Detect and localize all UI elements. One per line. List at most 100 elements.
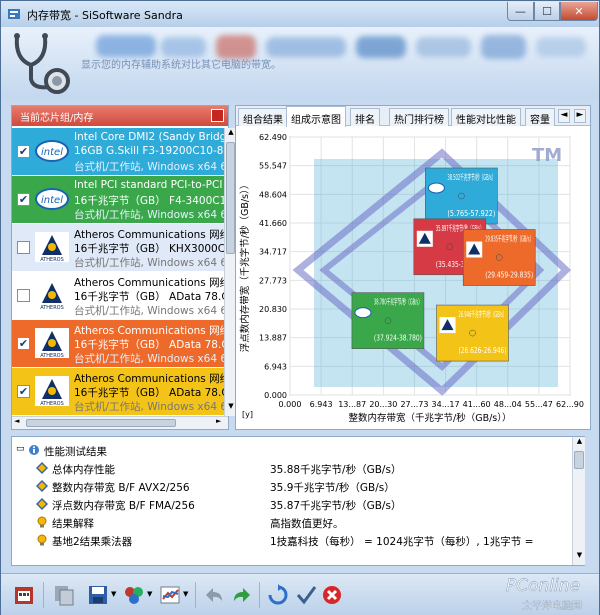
result-value: 35.87千兆字节/秒（GB/s） xyxy=(270,500,402,512)
report-button[interactable] xyxy=(11,582,37,608)
panel-color-swatch[interactable] xyxy=(211,109,224,122)
hscroll-thumb[interactable] xyxy=(26,419,176,427)
scroll-up-icon[interactable]: ▲ xyxy=(574,437,585,445)
data-box-range: (37.924-38.780) xyxy=(374,334,422,343)
device-name: Atheros Communications 网络 xyxy=(74,277,224,289)
device-checkbox[interactable]: ✔ xyxy=(17,385,30,398)
results-header-row[interactable]: ▭ 性能测试结果 xyxy=(12,442,570,460)
device-name: Intel PCI standard PCI-to-PCI b xyxy=(74,179,224,191)
tab-combined-results[interactable]: 组合结果 xyxy=(238,108,288,126)
copy-button[interactable] xyxy=(51,582,77,608)
device-list-item[interactable]: ✔ intel Intel PCI standard PCI-to-PCI b … xyxy=(12,176,224,223)
result-value: 1技嘉科技（每秒） = 1024兆字节（每秒）, 1兆字节 = xyxy=(270,536,534,548)
result-row[interactable]: 浮点数内存带宽 B/F FMA/256 35.87千兆字节/秒（GB/s） xyxy=(12,496,570,514)
atheros-logo: ATHEROS xyxy=(35,328,69,359)
tab-ranking[interactable]: 排名 xyxy=(350,108,380,126)
x-tick-label: 34...17 xyxy=(432,400,460,409)
result-value: 高指数值更好。 xyxy=(270,518,344,530)
result-name: 基地2结果乘法器 xyxy=(52,536,133,548)
y-tick-label: 48.604 xyxy=(259,190,287,199)
results-vscrollbar[interactable]: ▲ ▼ xyxy=(572,437,585,565)
result-row[interactable]: 整数内存带宽 B/F AVX2/256 35.9千兆字节/秒（GB/s） xyxy=(12,478,570,496)
tab-capacity[interactable]: 容量 xyxy=(525,108,555,126)
tab-composition-chart[interactable]: 组成示意图 xyxy=(286,106,346,127)
title-bar[interactable]: 内存带宽 - SiSoftware Sandra — ☐ ✕ xyxy=(1,1,599,27)
toolbar-separator xyxy=(195,582,196,608)
intel-logo-icon xyxy=(354,307,372,319)
device-memory: 16千兆字节（GB） AData 78.CA xyxy=(74,291,224,303)
options-button[interactable] xyxy=(121,582,147,608)
cancel-button[interactable] xyxy=(319,582,345,608)
data-point[interactable] xyxy=(469,329,476,337)
device-platform: 台式机/工作站, Windows x64 6. xyxy=(74,305,224,317)
blurred-toolbar-icon xyxy=(96,35,156,57)
result-row[interactable]: 基地2结果乘法器 1技嘉科技（每秒） = 1024兆字节（每秒）, 1兆字节 = xyxy=(12,532,570,550)
scroll-thumb[interactable] xyxy=(226,142,235,254)
device-checkbox[interactable] xyxy=(17,241,30,254)
result-row[interactable]: 总体内存性能 35.88千兆字节/秒（GB/s） xyxy=(12,460,570,478)
intel-logo: intel xyxy=(35,140,69,162)
data-point[interactable] xyxy=(458,192,465,200)
x-tick-label: 6.943 xyxy=(310,400,333,409)
device-name: Atheros Communications 网络 xyxy=(74,373,224,385)
tab-prev-icon[interactable]: ◄ xyxy=(558,109,570,123)
device-checkbox[interactable]: ✔ xyxy=(17,145,30,158)
options-dropdown-icon[interactable]: ▼ xyxy=(147,590,152,598)
bandwidth-chart: 0.000 6.943 13.887 20.830 27.773 34.717 41.660… xyxy=(239,133,584,424)
y-tick-label: 13.887 xyxy=(259,334,287,343)
x-tick-label: 62...90 xyxy=(556,400,584,409)
device-list-item[interactable]: ✔ ATHEROS Atheros Communications 网络 16千兆… xyxy=(12,368,224,415)
close-button[interactable]: ✕ xyxy=(560,2,598,21)
tab-performance-compare[interactable]: 性能对比性能 xyxy=(451,108,521,126)
y-tick-label: 20.830 xyxy=(259,305,287,314)
result-row[interactable]: 结果解释 高指数值更好。 xyxy=(12,514,570,532)
device-checkbox[interactable] xyxy=(17,289,30,302)
device-checkbox[interactable]: ✔ xyxy=(17,193,30,206)
scroll-right-icon[interactable]: ► xyxy=(216,417,221,425)
x-tick-label: 0.000 xyxy=(279,400,302,409)
scroll-left-icon[interactable]: ◄ xyxy=(14,417,19,425)
device-list: ✔ intel Intel Core DMI2 (Sandy Bridge 16… xyxy=(12,128,224,416)
device-list-item[interactable]: ATHEROS Atheros Communications 网络 16千兆字节… xyxy=(12,272,224,319)
back-button[interactable] xyxy=(201,582,227,608)
device-list-item[interactable]: ✔ intel Intel Core DMI2 (Sandy Bridge 16… xyxy=(12,128,224,175)
ok-button[interactable] xyxy=(293,582,319,608)
data-point[interactable] xyxy=(495,254,503,261)
x-axis-label: 整数内存带宽（千兆字节/秒（GB/s）） xyxy=(349,412,512,424)
forward-button[interactable] xyxy=(229,582,255,608)
maximize-button[interactable]: ☐ xyxy=(534,2,560,21)
blurred-toolbar-icon xyxy=(416,37,471,57)
copy-icon xyxy=(55,586,74,606)
device-list-item[interactable]: ATHEROS Atheros Communications 网络 16千兆字节… xyxy=(12,224,224,271)
result-name: 整数内存带宽 B/F AVX2/256 xyxy=(52,482,190,494)
chart-button[interactable] xyxy=(157,582,183,608)
device-list-hscrollbar[interactable]: ◄ ► xyxy=(12,416,228,429)
refresh-button[interactable] xyxy=(265,582,291,608)
window-title: 内存带宽 - SiSoftware Sandra xyxy=(27,9,183,22)
scroll-thumb[interactable] xyxy=(574,451,584,469)
minimize-button[interactable]: — xyxy=(507,2,534,21)
result-info-icon xyxy=(29,445,39,455)
tab-next-icon[interactable]: ► xyxy=(574,109,586,123)
device-name: Atheros Communications 网络 xyxy=(74,229,224,241)
back-arrow-icon xyxy=(206,588,222,602)
blurred-toolbar-icon xyxy=(356,36,406,58)
device-list-header: 当前芯片组/内存 xyxy=(12,106,228,126)
x-tick-label: 48...04 xyxy=(494,400,522,409)
x-tick-label: 27...73 xyxy=(400,400,428,409)
blurred-toolbar-icon xyxy=(536,37,586,57)
device-list-item[interactable]: ✔ ATHEROS Atheros Communications 网络 16千兆… xyxy=(12,320,224,367)
tab-top-charts[interactable]: 热门排行榜 xyxy=(389,108,449,126)
data-point[interactable] xyxy=(446,243,454,251)
forward-arrow-icon xyxy=(234,588,250,602)
save-button[interactable] xyxy=(85,582,111,608)
svg-text:ATHEROS: ATHEROS xyxy=(40,257,64,263)
device-list-panel: 当前芯片组/内存 ✔ intel Intel Core DMI2 (Sandy … xyxy=(11,105,236,430)
device-memory: 16GB G.Skill F3-19200C10-8GE xyxy=(74,145,224,157)
save-dropdown-icon[interactable]: ▼ xyxy=(111,590,116,598)
chart-dropdown-icon[interactable]: ▼ xyxy=(183,590,188,598)
data-point[interactable] xyxy=(384,317,392,324)
collapse-icon[interactable]: ▭ xyxy=(16,444,25,454)
device-checkbox[interactable]: ✔ xyxy=(17,337,30,350)
scroll-down-icon[interactable]: ▼ xyxy=(574,551,585,559)
